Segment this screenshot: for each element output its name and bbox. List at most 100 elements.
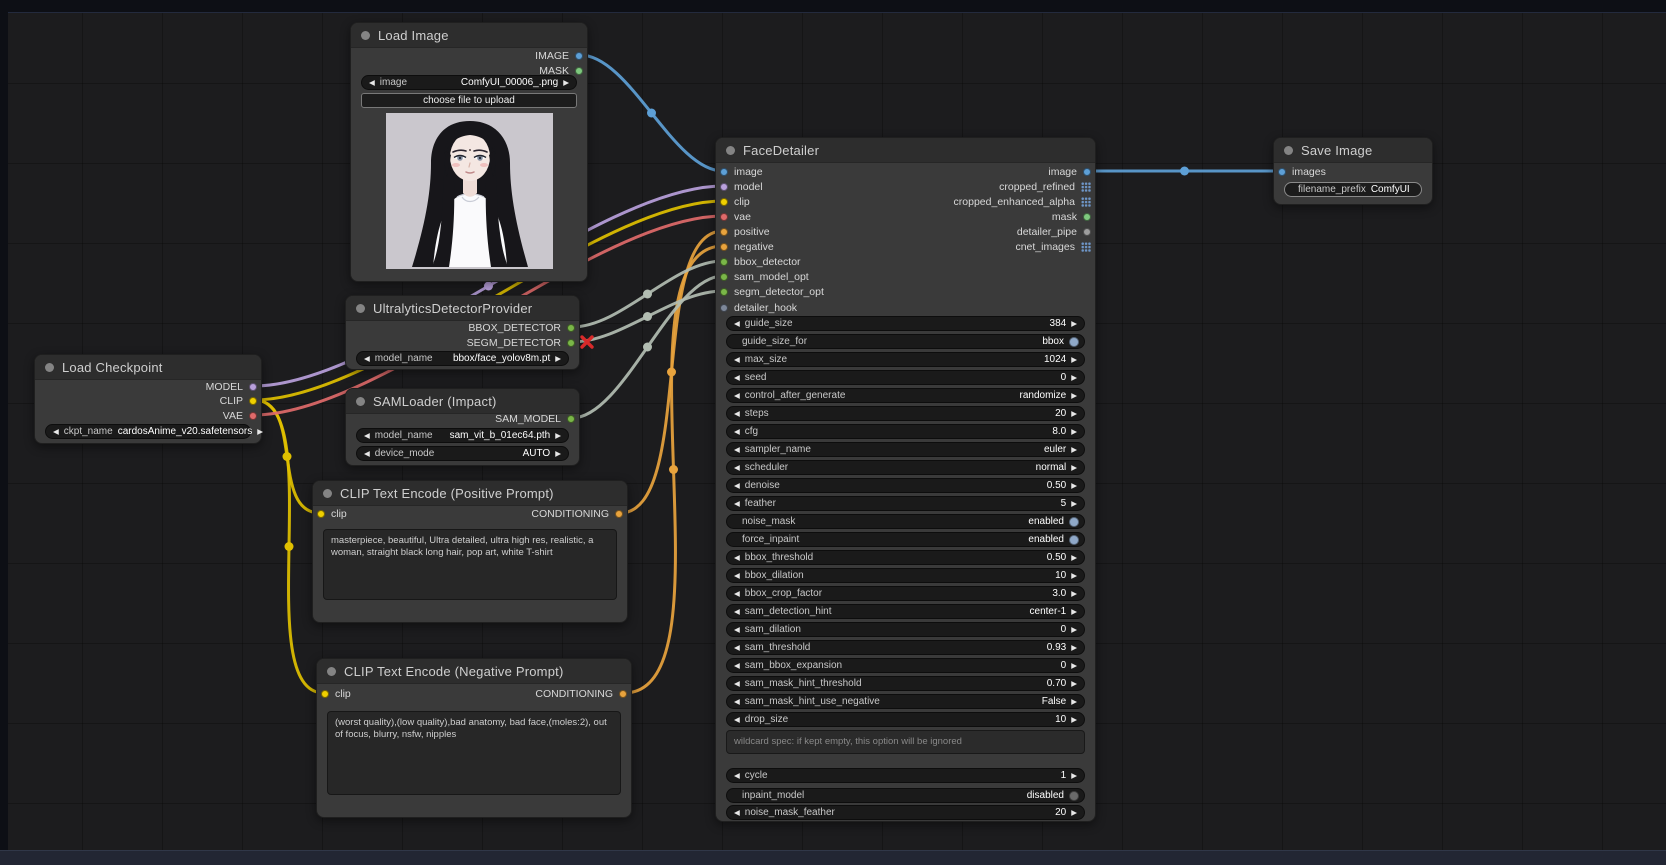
output-dot-BBOX_DETECTOR[interactable]	[567, 324, 575, 332]
sam_bbox_expansion-widget[interactable]: ◀ sam_bbox_expansion 0 ▶	[726, 658, 1085, 673]
increment-arrow-icon[interactable]: ▶	[1071, 392, 1077, 400]
node-titlebar[interactable]: Save Image	[1274, 138, 1432, 163]
bbox_dilation-widget[interactable]: ◀ bbox_dilation 10 ▶	[726, 568, 1085, 583]
feather-widget[interactable]: ◀ feather 5 ▶	[726, 496, 1085, 511]
decrement-arrow-icon[interactable]: ◀	[734, 500, 740, 508]
decrement-arrow-icon[interactable]: ◀	[734, 392, 740, 400]
input-port-clip[interactable]: clip	[321, 688, 351, 700]
decrement-arrow-icon[interactable]: ◀	[734, 482, 740, 490]
image-widget[interactable]: ◀ image ComfyUI_00006_.png ▶	[361, 75, 577, 90]
decrement-arrow-icon[interactable]: ◀	[734, 662, 740, 670]
input-dot-bbox_detector[interactable]	[720, 258, 728, 266]
toggle-dot[interactable]	[1069, 516, 1079, 527]
increment-arrow-icon[interactable]: ▶	[1071, 698, 1077, 706]
input-port-vae[interactable]: vae	[720, 211, 751, 223]
collapse-dot-icon[interactable]	[356, 303, 365, 313]
model_name-widget[interactable]: ◀ model_name sam_vit_b_01ec64.pth ▶	[356, 428, 569, 443]
increment-arrow-icon[interactable]: ▶	[1071, 410, 1077, 418]
increment-arrow-icon[interactable]: ▶	[1071, 809, 1077, 817]
output-dot-CONDITIONING[interactable]	[615, 510, 623, 518]
node-titlebar[interactable]: Load Image	[351, 23, 587, 48]
decrement-arrow-icon[interactable]: ◀	[53, 428, 59, 436]
input-dot-vae[interactable]	[720, 213, 728, 221]
grid-output-icon[interactable]	[1081, 242, 1091, 252]
input-port-sam_model_opt[interactable]: sam_model_opt	[720, 271, 809, 283]
input-port-images[interactable]: images	[1278, 166, 1326, 178]
output-port-SEGM_DETECTOR[interactable]: SEGM_DETECTOR	[467, 337, 575, 349]
choose file to upload-widget[interactable]: choose file to upload	[361, 93, 577, 108]
drop_size-widget[interactable]: ◀ drop_size 10 ▶	[726, 712, 1085, 727]
output-port-SAM_MODEL[interactable]: SAM_MODEL	[495, 413, 575, 425]
collapse-dot-icon[interactable]	[323, 488, 332, 498]
sampler_name-widget[interactable]: ◀ sampler_name euler ▶	[726, 442, 1085, 457]
increment-arrow-icon[interactable]: ▶	[555, 432, 561, 440]
output-port-image[interactable]: image	[1048, 166, 1091, 178]
input-port-bbox_detector[interactable]: bbox_detector	[720, 256, 801, 268]
output-dot-MASK[interactable]	[575, 67, 583, 75]
output-dot-SAM_MODEL[interactable]	[567, 415, 575, 423]
collapse-dot-icon[interactable]	[1284, 145, 1293, 155]
node-face-detailer[interactable]: FaceDetailer image model clip vae positive neg…	[715, 137, 1096, 822]
noise_mask_feather-widget[interactable]: ◀ noise_mask_feather 20 ▶	[726, 805, 1085, 820]
decrement-arrow-icon[interactable]: ◀	[369, 79, 375, 87]
toggle-dot[interactable]	[1069, 336, 1079, 347]
increment-arrow-icon[interactable]: ▶	[1071, 428, 1077, 436]
decrement-arrow-icon[interactable]: ◀	[734, 428, 740, 436]
scheduler-widget[interactable]: ◀ scheduler normal ▶	[726, 460, 1085, 475]
decrement-arrow-icon[interactable]: ◀	[734, 644, 740, 652]
decrement-arrow-icon[interactable]: ◀	[734, 356, 740, 364]
increment-arrow-icon[interactable]: ▶	[1071, 644, 1077, 652]
increment-arrow-icon[interactable]: ▶	[1071, 608, 1077, 616]
collapse-dot-icon[interactable]	[356, 396, 365, 406]
output-port-cnet_images[interactable]: cnet_images	[1015, 241, 1091, 253]
input-dot-clip[interactable]	[317, 510, 325, 518]
increment-arrow-icon[interactable]: ▶	[555, 450, 561, 458]
grid-output-icon[interactable]	[1081, 182, 1091, 192]
decrement-arrow-icon[interactable]: ◀	[734, 680, 740, 688]
input-dot-detailer_hook[interactable]	[720, 304, 728, 312]
output-port-cropped_enhanced_alpha[interactable]: cropped_enhanced_alpha	[954, 196, 1091, 208]
node-titlebar[interactable]: FaceDetailer	[716, 138, 1095, 163]
increment-arrow-icon[interactable]: ▶	[555, 355, 561, 363]
increment-arrow-icon[interactable]: ▶	[1071, 554, 1077, 562]
input-dot-clip[interactable]	[321, 690, 329, 698]
output-port-detailer_pipe[interactable]: detailer_pipe	[1017, 226, 1091, 238]
increment-arrow-icon[interactable]: ▶	[1071, 572, 1077, 580]
node-titlebar[interactable]: UltralyticsDetectorProvider	[346, 296, 579, 321]
node-save-image[interactable]: Save Image images filename_prefix ComfyUI	[1273, 137, 1433, 205]
noise_mask-widget[interactable]: noise_mask enabled	[726, 514, 1085, 529]
denoise-widget[interactable]: ◀ denoise 0.50 ▶	[726, 478, 1085, 493]
guide_size-widget[interactable]: ◀ guide_size 384 ▶	[726, 316, 1085, 331]
decrement-arrow-icon[interactable]: ◀	[364, 432, 370, 440]
device_mode-widget[interactable]: ◀ device_mode AUTO ▶	[356, 446, 569, 461]
input-port-detailer_hook[interactable]: detailer_hook	[720, 302, 797, 314]
model_name-widget[interactable]: ◀ model_name bbox/face_yolov8m.pt ▶	[356, 351, 569, 366]
collapse-dot-icon[interactable]	[726, 145, 735, 155]
increment-arrow-icon[interactable]: ▶	[1071, 464, 1077, 472]
decrement-arrow-icon[interactable]: ◀	[734, 464, 740, 472]
input-port-clip[interactable]: clip	[720, 196, 750, 208]
input-port-clip[interactable]: clip	[317, 508, 347, 520]
output-port-IMAGE[interactable]: IMAGE	[535, 50, 583, 62]
output-port-CLIP[interactable]: CLIP	[220, 395, 257, 407]
node-sam-loader[interactable]: SAMLoader (Impact) SAM_MODEL ◀ model_name sa…	[345, 388, 580, 466]
input-dot-positive[interactable]	[720, 228, 728, 236]
increment-arrow-icon[interactable]: ▶	[1071, 680, 1077, 688]
wildcard-textarea[interactable]: wildcard spec: if kept empty, this optio…	[726, 730, 1085, 754]
increment-arrow-icon[interactable]: ▶	[1071, 500, 1077, 508]
input-port-negative[interactable]: negative	[720, 241, 774, 253]
decrement-arrow-icon[interactable]: ◀	[734, 554, 740, 562]
output-dot-CLIP[interactable]	[249, 397, 257, 405]
output-dot-detailer_pipe[interactable]	[1083, 228, 1091, 236]
increment-arrow-icon[interactable]: ▶	[257, 428, 263, 436]
output-port-cropped_refined[interactable]: cropped_refined	[999, 181, 1091, 193]
node-load-image[interactable]: Load Image IMAGE MASK ◀ image ComfyUI_00006_.…	[350, 22, 588, 282]
toggle-dot[interactable]	[1069, 790, 1079, 801]
increment-arrow-icon[interactable]: ▶	[1071, 356, 1077, 364]
decrement-arrow-icon[interactable]: ◀	[734, 320, 740, 328]
increment-arrow-icon[interactable]: ▶	[1071, 446, 1077, 454]
output-port-VAE[interactable]: VAE	[223, 410, 257, 422]
cycle-widget[interactable]: ◀ cycle 1 ▶	[726, 768, 1085, 783]
decrement-arrow-icon[interactable]: ◀	[734, 608, 740, 616]
decrement-arrow-icon[interactable]: ◀	[734, 772, 740, 780]
